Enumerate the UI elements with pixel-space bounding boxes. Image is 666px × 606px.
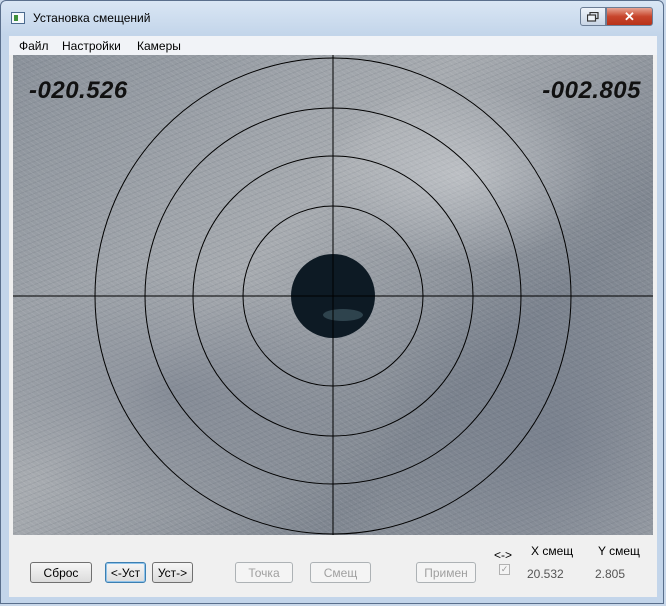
set-right-button[interactable]: Уст-> bbox=[152, 562, 193, 583]
checkmark-icon: ✓ bbox=[500, 564, 509, 574]
app-window: Установка смещений ✕ Файл Настройки Каме… bbox=[0, 0, 664, 604]
close-button[interactable]: ✕ bbox=[606, 7, 653, 26]
menu-file[interactable]: Файл bbox=[19, 39, 49, 53]
camera-view[interactable]: -020.526 -002.805 bbox=[13, 55, 653, 535]
x-offset-readout: -020.526 bbox=[29, 77, 128, 104]
shift-button[interactable]: Смещ bbox=[310, 562, 371, 583]
point-button[interactable]: Точка bbox=[235, 562, 293, 583]
menu-bar: Файл Настройки Камеры bbox=[9, 36, 657, 56]
close-icon: ✕ bbox=[624, 8, 635, 24]
reticle bbox=[13, 55, 653, 535]
app-icon bbox=[11, 12, 25, 24]
title-bar[interactable]: Установка смещений ✕ bbox=[1, 1, 663, 35]
x-shift-label: X смещ bbox=[531, 544, 574, 558]
reticle-overlay bbox=[13, 55, 653, 535]
set-left-button[interactable]: <-Уст bbox=[105, 562, 146, 583]
swap-checkbox[interactable]: ✓ bbox=[499, 564, 510, 575]
x-shift-value: 20.532 bbox=[527, 567, 564, 581]
hole-reflection bbox=[323, 309, 363, 321]
y-offset-readout: -002.805 bbox=[542, 77, 641, 104]
restore-button[interactable] bbox=[580, 7, 606, 26]
menu-settings[interactable]: Настройки bbox=[62, 39, 121, 53]
restore-icon bbox=[587, 11, 599, 22]
reset-button[interactable]: Сброс bbox=[30, 562, 92, 583]
menu-cameras[interactable]: Камеры bbox=[137, 39, 181, 53]
window-title: Установка смещений bbox=[33, 11, 151, 25]
y-shift-label: Y смещ bbox=[598, 544, 640, 558]
swap-label: <-> bbox=[494, 548, 513, 562]
client-area: -020.526 -002.805 Сброс <-Уст Уст-> Точк… bbox=[9, 55, 657, 597]
y-shift-value: 2.805 bbox=[595, 567, 626, 581]
apply-button[interactable]: Примен bbox=[416, 562, 476, 583]
